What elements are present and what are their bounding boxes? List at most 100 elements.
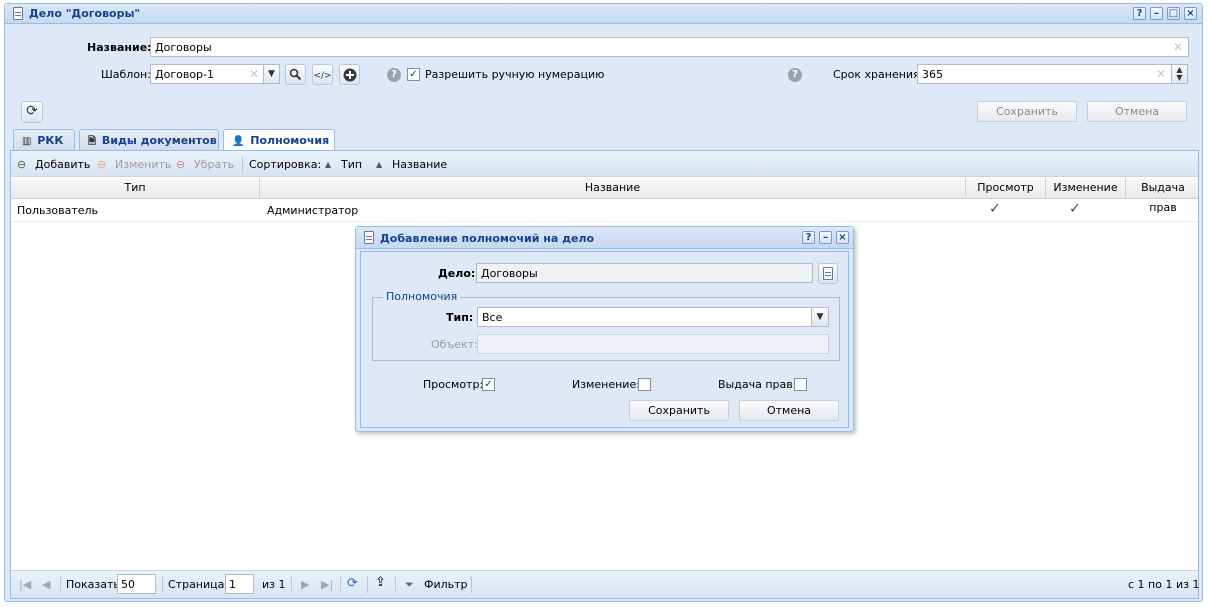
- tab-label: РКК: [37, 134, 64, 147]
- template-add-button[interactable]: [339, 64, 360, 85]
- filter-button[interactable]: Фильтр: [424, 578, 468, 591]
- document-icon: [13, 7, 23, 20]
- help-tool-button[interactable]: ?: [802, 231, 815, 244]
- search-icon: [289, 68, 302, 81]
- manual-numbering-checkbox[interactable]: ✓: [407, 68, 420, 81]
- storage-label: Срок хранения:: [833, 68, 924, 81]
- grid-pager: |◀ ◀ Показать 50 Страница 1 из 1 ▶ ▶| ⟳ …: [11, 570, 1200, 598]
- maximize-tool-button[interactable]: □: [1167, 7, 1180, 20]
- sort-asc-icon: ▲: [376, 160, 383, 169]
- edit-checkbox[interactable]: [638, 378, 651, 391]
- remove-button[interactable]: Убрать: [194, 158, 234, 171]
- cell-edit-check: ✓: [1069, 201, 1081, 217]
- edit-label: Изменение:: [572, 378, 640, 391]
- table-row[interactable]: Пользователь Администратор ✓ ✓: [11, 200, 1198, 222]
- name-label: Название:: [87, 41, 152, 54]
- dialog-save-button[interactable]: Сохранить: [629, 400, 729, 421]
- window-titlebar[interactable]: Дело "Договоры" ? – □ ×: [5, 4, 1202, 24]
- pager-separator: [60, 576, 61, 593]
- pager-separator: [367, 576, 368, 593]
- tab-document-types[interactable]: 🗎 Виды документов: [79, 129, 219, 151]
- edit-button[interactable]: Изменить: [115, 158, 171, 171]
- barcode-icon: ▥: [22, 136, 32, 147]
- show-label: Показать: [66, 578, 120, 591]
- clear-icon[interactable]: ✕: [1173, 40, 1183, 54]
- code-icon: </>: [313, 71, 332, 81]
- sort-name-button[interactable]: Название: [392, 158, 447, 171]
- object-field: [477, 334, 829, 354]
- tab-rkk[interactable]: ▥ РКК: [13, 129, 75, 151]
- tab-label: Виды документов: [101, 134, 217, 147]
- column-header-grant[interactable]: Выдача прав: [1126, 178, 1200, 214]
- type-value: Все: [482, 311, 503, 324]
- minimize-tool-button[interactable]: –: [1150, 7, 1163, 20]
- column-header-view[interactable]: Просмотр: [966, 178, 1046, 199]
- add-button[interactable]: Добавить: [35, 158, 90, 171]
- tab-permissions[interactable]: 👤 Полномочия: [223, 129, 335, 152]
- user-permissions-icon: 👤: [232, 136, 245, 147]
- name-value: Договоры: [155, 41, 212, 54]
- template-label: Шаблон:: [101, 68, 151, 81]
- view-checkbox[interactable]: ✓: [482, 378, 495, 391]
- storage-field[interactable]: 365 ✕: [917, 64, 1172, 84]
- type-combo[interactable]: Все: [477, 307, 812, 327]
- column-header-edit[interactable]: Изменение: [1046, 178, 1126, 199]
- export-icon[interactable]: ⇪: [375, 575, 386, 590]
- pager-summary: с 1 по 1 из 1: [1128, 578, 1200, 591]
- dialog-title: Добавление полномочий на дело: [380, 232, 595, 245]
- column-header-type[interactable]: Тип: [11, 178, 260, 199]
- last-page-icon[interactable]: ▶|: [321, 578, 333, 591]
- permissions-fieldset: Полномочия Тип: Все ▼ Объект:: [372, 290, 840, 361]
- toolbar-separator: [242, 156, 243, 173]
- next-page-icon[interactable]: ▶: [301, 578, 309, 591]
- template-dropdown-trigger[interactable]: ▼: [263, 64, 280, 84]
- grid-header: Тип Название Просмотр Изменение Выдача п…: [11, 178, 1200, 214]
- filter-icon: ⏷: [405, 578, 414, 591]
- cell-name: Администратор: [267, 204, 359, 217]
- dialog-cancel-button[interactable]: Отмена: [739, 400, 839, 421]
- page-of-label: из 1: [262, 578, 286, 591]
- add-link-icon: ⊖: [17, 158, 27, 171]
- column-header-name[interactable]: Название: [260, 178, 966, 199]
- remove-link-icon: ⊖: [176, 158, 186, 171]
- help-icon[interactable]: ?: [788, 68, 802, 82]
- page-input[interactable]: 1: [225, 574, 254, 594]
- case-field: Договоры: [476, 263, 813, 283]
- minimize-tool-button[interactable]: –: [819, 231, 832, 244]
- cell-type: Пользователь: [17, 204, 99, 217]
- type-dropdown-trigger[interactable]: ▼: [811, 307, 829, 327]
- template-combo[interactable]: Договор-1 ✕: [150, 64, 264, 84]
- edit-link-icon: ⊖: [97, 158, 107, 171]
- chevron-down-icon: ▼: [268, 69, 275, 79]
- prev-page-icon[interactable]: ◀: [42, 578, 50, 591]
- cell-view-check: ✓: [989, 201, 1001, 217]
- first-page-icon[interactable]: |◀: [19, 578, 31, 591]
- save-button[interactable]: Сохранить: [977, 101, 1077, 122]
- case-label: Дело:: [438, 267, 476, 280]
- grant-checkbox[interactable]: [794, 378, 807, 391]
- help-tool-button[interactable]: ?: [1133, 7, 1146, 20]
- name-field[interactable]: Договоры ✕: [150, 37, 1189, 57]
- page-size-input[interactable]: 50: [117, 574, 156, 594]
- template-code-button[interactable]: </>: [312, 64, 333, 85]
- template-search-button[interactable]: [285, 64, 306, 85]
- case-open-button[interactable]: [818, 263, 838, 284]
- refresh-icon[interactable]: ⟳: [347, 576, 358, 591]
- refresh-button[interactable]: ⟳: [21, 101, 43, 123]
- sort-asc-icon: ▲: [325, 160, 332, 169]
- clear-icon[interactable]: ✕: [1156, 67, 1166, 81]
- sort-type-button[interactable]: Тип: [341, 158, 362, 171]
- clear-icon[interactable]: ✕: [249, 67, 259, 81]
- close-tool-button[interactable]: ×: [836, 231, 849, 244]
- pager-separator: [471, 576, 472, 593]
- storage-spinner[interactable]: ▲ ▼: [1171, 64, 1188, 84]
- cancel-button[interactable]: Отмена: [1087, 101, 1187, 122]
- checkmark-icon: ✓: [409, 69, 418, 80]
- dialog-titlebar[interactable]: Добавление полномочий на дело ? – ×: [356, 227, 853, 249]
- grant-label: Выдача прав:: [718, 378, 797, 391]
- pager-separator: [395, 576, 396, 593]
- close-tool-button[interactable]: ×: [1184, 7, 1197, 20]
- help-icon[interactable]: ?: [387, 68, 401, 82]
- fieldset-legend: Полномочия: [383, 290, 461, 303]
- storage-value: 365: [922, 68, 943, 81]
